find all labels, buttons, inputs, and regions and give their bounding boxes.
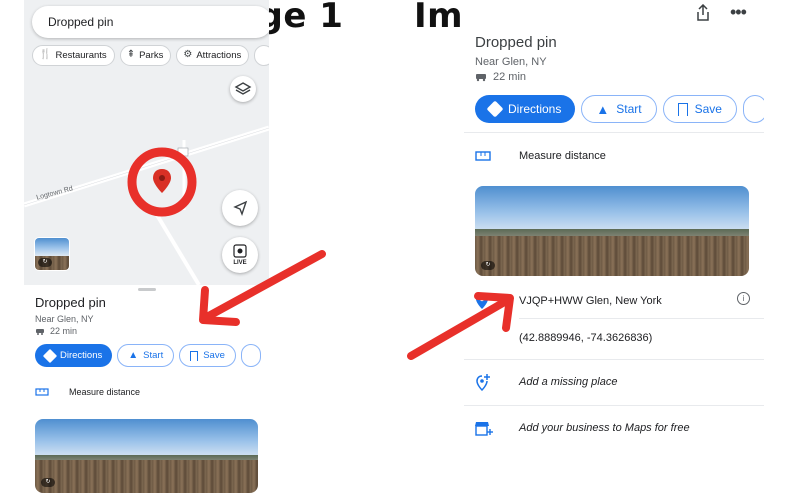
place-title: Dropped pin bbox=[475, 34, 557, 51]
save-label: Save bbox=[203, 350, 225, 361]
maps-screenshot-1: Logtown Rd Dropped pin 🍴 Restaurants ⇞ P… bbox=[24, 0, 269, 500]
start-button[interactable]: ▲ Start bbox=[581, 95, 657, 123]
divider bbox=[464, 405, 764, 406]
map-view[interactable]: Logtown Rd Dropped pin 🍴 Restaurants ⇞ P… bbox=[24, 0, 269, 285]
add-missing-place-row[interactable]: Add a missing place bbox=[475, 373, 617, 391]
chip-restaurants[interactable]: 🍴 Restaurants bbox=[32, 45, 115, 66]
layers-button[interactable] bbox=[230, 76, 256, 102]
place-subtitle: Near Glen, NY bbox=[35, 314, 94, 324]
chip-parks[interactable]: ⇞ Parks bbox=[119, 45, 172, 66]
place-sheet: Dropped pin Near Glen, NY 22 min Directi… bbox=[24, 285, 269, 500]
tree-icon: ⇞ bbox=[126, 49, 136, 60]
maps-screenshot-2: ••• Dropped pin Near Glen, NY 22 min Dir… bbox=[464, 0, 764, 500]
directions-label: Directions bbox=[60, 350, 103, 361]
measure-label: Measure distance bbox=[519, 150, 606, 162]
car-icon bbox=[36, 329, 44, 335]
attraction-icon: ⚙ bbox=[183, 49, 193, 60]
info-icon[interactable]: i bbox=[737, 292, 750, 305]
search-input[interactable]: Dropped pin bbox=[32, 6, 269, 38]
chip-label: Parks bbox=[139, 50, 164, 61]
car-icon bbox=[476, 74, 486, 82]
action-buttons: Directions ▲ Start Save bbox=[475, 95, 764, 123]
360-icon: ↻ bbox=[41, 478, 55, 487]
divider bbox=[464, 359, 764, 360]
360-icon: ↻ bbox=[481, 261, 495, 270]
drag-handle[interactable] bbox=[138, 288, 156, 291]
add-business-row[interactable]: Add your business to Maps for free bbox=[475, 420, 690, 436]
measure-label: Measure distance bbox=[69, 387, 141, 397]
ruler-icon bbox=[35, 388, 49, 396]
add-place-icon bbox=[476, 374, 490, 391]
my-location-button[interactable] bbox=[222, 190, 258, 226]
add-place-label: Add a missing place bbox=[519, 376, 618, 388]
chip-label: Attractions bbox=[196, 50, 242, 61]
map-pin-icon[interactable] bbox=[152, 168, 172, 194]
save-button[interactable]: Save bbox=[662, 95, 737, 123]
directions-icon bbox=[42, 348, 58, 363]
measure-distance-row[interactable]: Measure distance bbox=[475, 150, 606, 162]
more-button[interactable] bbox=[240, 344, 261, 367]
directions-button[interactable]: Directions bbox=[35, 344, 113, 367]
directions-icon bbox=[486, 100, 504, 118]
eta: 22 min bbox=[475, 71, 526, 83]
divider bbox=[519, 318, 764, 319]
chip-more[interactable] bbox=[254, 45, 269, 66]
360-icon: ↻ bbox=[38, 258, 52, 267]
more-button[interactable] bbox=[742, 95, 764, 123]
save-label: Save bbox=[694, 102, 722, 116]
chip-attractions[interactable]: ⚙ Attractions bbox=[176, 45, 250, 66]
more-options-icon[interactable]: ••• bbox=[730, 2, 747, 23]
search-value: Dropped pin bbox=[48, 15, 114, 29]
plus-code-row[interactable]: VJQP+HWW Glen, New York bbox=[475, 292, 662, 310]
start-label: Start bbox=[143, 350, 164, 361]
navigation-arrow-icon bbox=[233, 200, 248, 217]
coordinates: (42.8889946, -74.3626836) bbox=[519, 332, 653, 344]
ruler-icon bbox=[475, 151, 491, 161]
bookmark-icon bbox=[677, 102, 688, 116]
add-business-icon bbox=[475, 422, 493, 436]
street-view-photo[interactable]: ↻ bbox=[35, 419, 258, 493]
add-business-label: Add your business to Maps for free bbox=[519, 422, 690, 434]
category-chips: 🍴 Restaurants ⇞ Parks ⚙ Attractions bbox=[32, 45, 269, 66]
fork-knife-icon: 🍴 bbox=[39, 49, 52, 60]
share-icon[interactable] bbox=[696, 3, 710, 27]
directions-label: Directions bbox=[508, 102, 562, 116]
street-view-photo[interactable]: ↻ bbox=[475, 186, 749, 276]
eta-text: 22 min bbox=[50, 326, 78, 336]
live-label: LIVE bbox=[233, 260, 247, 266]
navigation-arrow-icon: ▲ bbox=[596, 101, 610, 117]
plus-code: VJQP+HWW Glen, New York bbox=[519, 295, 662, 307]
place-subtitle: Near Glen, NY bbox=[475, 56, 547, 68]
layers-icon bbox=[234, 82, 252, 95]
start-button[interactable]: ▲ Start bbox=[117, 344, 175, 367]
divider bbox=[464, 132, 764, 133]
chip-label: Restaurants bbox=[55, 50, 107, 61]
location-pin-icon bbox=[476, 293, 488, 309]
bookmark-icon bbox=[190, 350, 199, 361]
action-buttons: Directions ▲ Start Save bbox=[35, 344, 261, 367]
directions-button[interactable]: Directions bbox=[475, 95, 576, 123]
navigation-arrow-icon: ▲ bbox=[128, 350, 139, 361]
street-view-thumbnail[interactable]: ↻ bbox=[34, 237, 70, 271]
measure-distance-row[interactable]: Measure distance bbox=[35, 387, 140, 397]
start-label: Start bbox=[616, 102, 642, 116]
coordinates-row[interactable]: (42.8889946, -74.3626836) bbox=[475, 332, 652, 344]
save-button[interactable]: Save bbox=[179, 344, 236, 367]
place-title: Dropped pin bbox=[35, 295, 106, 310]
eta: 22 min bbox=[35, 326, 77, 336]
live-view-button[interactable]: LIVE bbox=[222, 237, 258, 273]
eta-text: 22 min bbox=[493, 71, 527, 83]
